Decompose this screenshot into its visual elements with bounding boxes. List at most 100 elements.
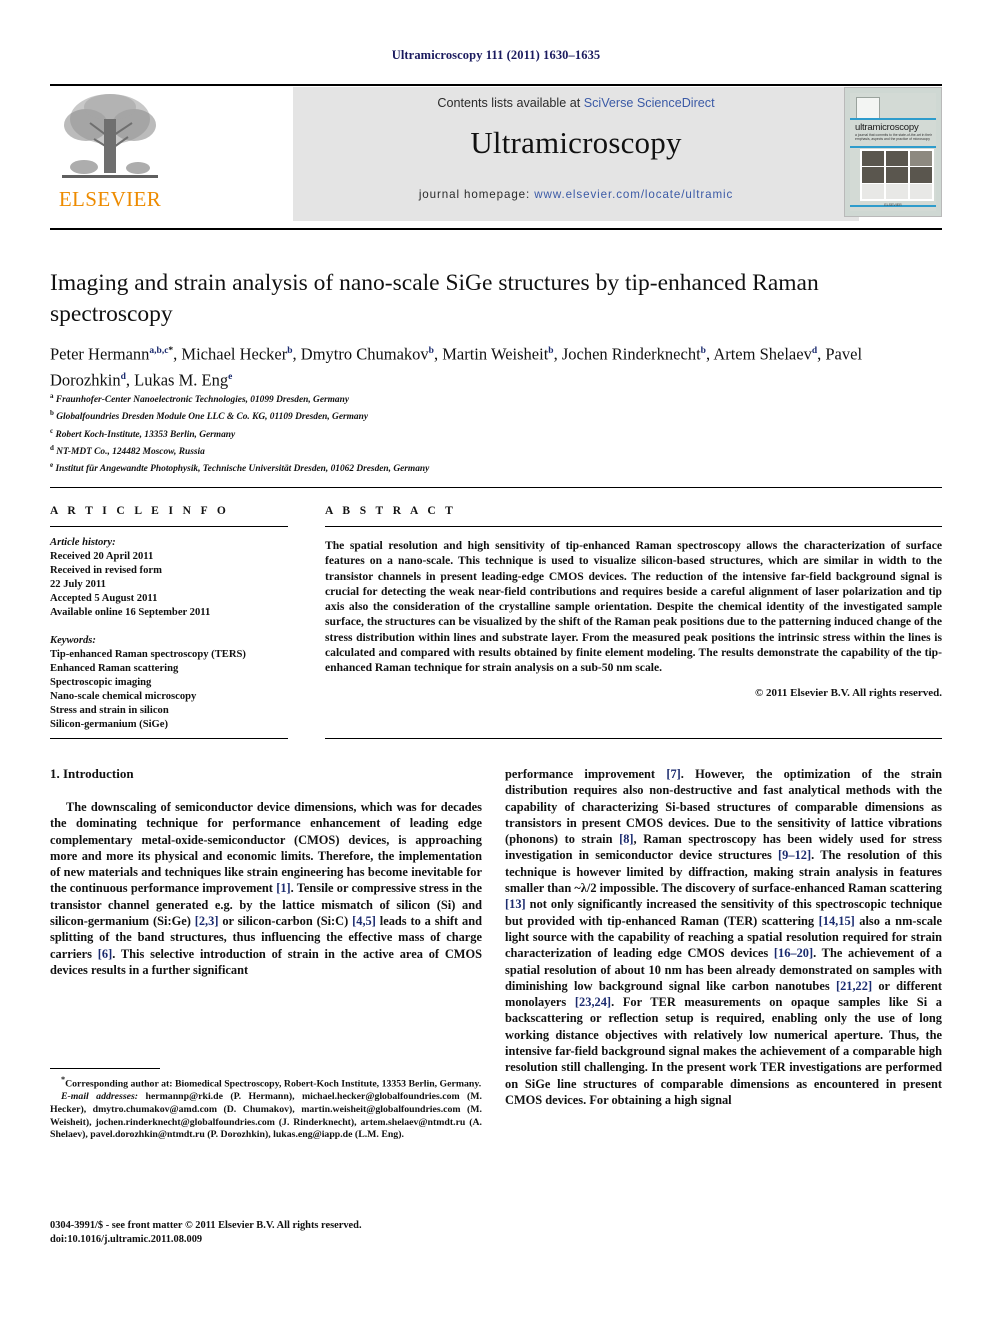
article-history-item: Received 20 April 2011: [50, 550, 154, 562]
contents-line: Contents lists available at SciVerse Sci…: [293, 96, 859, 110]
cover-grid-cell: [909, 167, 933, 183]
cover-subtitle: a journal that commits to the state-of-t…: [855, 133, 932, 142]
cover-rule-mid: [850, 146, 936, 148]
author-affiliation-mark: b: [428, 346, 434, 356]
journal-article-page: Ultramicroscopy 111 (2011) 1630–1635 ELS…: [0, 0, 992, 1323]
corresponding-author-mark: *: [168, 346, 174, 356]
citation-reference[interactable]: [8]: [619, 832, 633, 846]
intro-paragraph-left: The downscaling of semiconductor device …: [50, 800, 482, 977]
keyword-item: Enhanced Raman scattering: [50, 663, 179, 675]
imprint-issn: 0304-3991/$ - see front matter © 2011 El…: [50, 1220, 362, 1231]
info-bottom-rule: [50, 738, 288, 739]
cover-grid-cell: [909, 184, 933, 200]
abstract-rule: [325, 526, 942, 527]
cover-inner: ultramicroscopy a journal that commits t…: [850, 93, 936, 211]
footnote-block: *Corresponding author at: Biomedical Spe…: [50, 1074, 482, 1142]
affiliation-item: c Robert Koch-Institute, 13353 Berlin, G…: [50, 426, 236, 440]
article-history-label: Article history:: [50, 537, 116, 548]
running-head: Ultramicroscopy 111 (2011) 1630–1635: [391, 48, 601, 62]
imprint-doi: doi:10.1016/j.ultramic.2011.08.009: [50, 1234, 203, 1245]
article-info-rule: [50, 526, 288, 527]
info-top-rule: [50, 487, 942, 488]
homepage-label: journal homepage:: [418, 188, 535, 201]
affiliation-mark: b: [50, 409, 54, 418]
body-column-left: 1. Introduction The downscaling of semic…: [50, 766, 482, 978]
journal-masthead: ELSEVIER Contents lists available at Sci…: [50, 87, 942, 221]
sciencedirect-link[interactable]: SciVerse ScienceDirect: [584, 96, 715, 110]
affiliation-item: e Institut für Angewandte Photophysik, T…: [50, 461, 430, 475]
citation-reference[interactable]: [7]: [666, 767, 680, 781]
masthead-rule: [50, 228, 942, 230]
author-affiliation-mark: d: [120, 371, 126, 382]
homepage-link[interactable]: www.elsevier.com/locate/ultramic: [534, 188, 733, 201]
author-name: Michael Hecker: [181, 344, 288, 364]
keyword-item: Nano-scale chemical microscopy: [50, 691, 197, 703]
cover-grid-cell: [885, 150, 909, 166]
author-list: Peter Hermanna,b,c*, Michael Heckerb, Dm…: [50, 344, 863, 390]
keywords-block: Keywords: Tip-enhanced Raman spectroscop…: [50, 634, 288, 731]
elsevier-wordmark: ELSEVIER: [58, 187, 162, 211]
affiliation-item: d NT-MDT Co., 124482 Moscow, Russia: [50, 443, 205, 458]
affiliation-mark: d: [50, 443, 54, 452]
keywords-items: Tip-enhanced Raman spectroscopy (TERS) En…: [50, 648, 288, 731]
author-name: Lukas M. Eng: [134, 370, 229, 389]
cover-title: ultramicroscopy: [855, 122, 919, 133]
keyword-item: Spectroscopic imaging: [50, 677, 152, 689]
section-heading-introduction: 1. Introduction: [50, 766, 134, 781]
abstract-text: The spatial resolution and high sensitiv…: [325, 539, 942, 675]
article-history-item: Accepted 5 August 2011: [50, 592, 158, 604]
abstract-column: A B S T R A C T The spatial resolution a…: [325, 505, 942, 699]
citation-reference[interactable]: [6]: [98, 947, 112, 961]
affiliation-item: b Globalfoundries Dresden Module One LLC…: [50, 409, 368, 423]
abstract-heading: A B S T R A C T: [325, 505, 457, 517]
citation-reference[interactable]: [13]: [505, 897, 526, 911]
affiliation-list: a Fraunhofer-Center Nanoelectronic Techn…: [50, 390, 940, 477]
page-title: Imaging and strain analysis of nano-scal…: [50, 270, 819, 327]
author-affiliation-mark: b: [287, 346, 293, 356]
cover-publisher-icon: [856, 97, 880, 119]
citation-reference[interactable]: [2,3]: [195, 914, 219, 928]
author-affiliation-mark: a,b,c: [149, 346, 169, 356]
article-info-column: A R T I C L E I N F O Article history: R…: [50, 505, 288, 732]
author-name: Martin Weisheit: [442, 344, 549, 364]
article-history-item: 22 July 2011: [50, 578, 106, 590]
corresponding-author-note: *Corresponding author at: Biomedical Spe…: [61, 1075, 482, 1090]
cover-grid-cell: [885, 184, 909, 200]
top-rule: [50, 84, 942, 86]
cover-grid-cell: [861, 184, 885, 200]
citation-reference[interactable]: [16–20]: [774, 946, 813, 960]
keyword-item: Stress and strain in silicon: [50, 704, 169, 716]
author-name: Artem Shelaev: [713, 344, 812, 364]
citation-reference[interactable]: [9–12]: [778, 848, 811, 862]
citation-reference[interactable]: [14,15]: [819, 914, 855, 928]
citation-reference[interactable]: [4,5]: [352, 914, 376, 928]
cover-grid-cell: [909, 150, 933, 166]
abstract-copyright: © 2011 Elsevier B.V. All rights reserved…: [755, 686, 942, 699]
keyword-item: Silicon-germanium (SiGe): [50, 718, 168, 730]
author-affiliation-mark: b: [548, 346, 554, 356]
cover-image-grid: [860, 149, 934, 201]
contents-prefix: Contents lists available at: [437, 96, 584, 110]
author-affiliation-mark: b: [700, 346, 706, 356]
article-history-item: Available online 16 September 2011: [50, 606, 211, 618]
keywords-label: Keywords:: [50, 635, 96, 647]
article-history-items: Received 20 April 2011 Received in revise…: [50, 550, 288, 620]
body-column-right: performance improvement [7]. However, th…: [505, 766, 942, 1108]
author-name: Dmytro Chumakov: [300, 344, 429, 364]
author-affiliation-mark: e: [228, 371, 233, 382]
citation-reference[interactable]: [1]: [276, 881, 290, 895]
affiliation-mark: e: [50, 461, 54, 470]
cover-grid-cell: [885, 167, 909, 183]
author-name: Jochen Rinderknecht: [561, 344, 701, 364]
cover-grid-cell: [861, 167, 885, 183]
article-info-heading: A R T I C L E I N F O: [50, 505, 230, 517]
citation-reference[interactable]: [21,22]: [836, 979, 872, 993]
intro-paragraph-right: performance improvement [7]. However, th…: [505, 767, 943, 1107]
article-history: Article history: Received 20 April 2011 R…: [50, 536, 288, 619]
citation-reference[interactable]: [23,24]: [575, 995, 611, 1009]
email-addresses: E-mail addresses: hermannp@rki.de (P. He…: [50, 1091, 482, 1141]
elsevier-logo: ELSEVIER: [50, 89, 170, 219]
affiliation-mark: a: [50, 392, 54, 400]
cover-rule-top: [850, 118, 936, 120]
affiliation-mark: c: [50, 426, 54, 435]
